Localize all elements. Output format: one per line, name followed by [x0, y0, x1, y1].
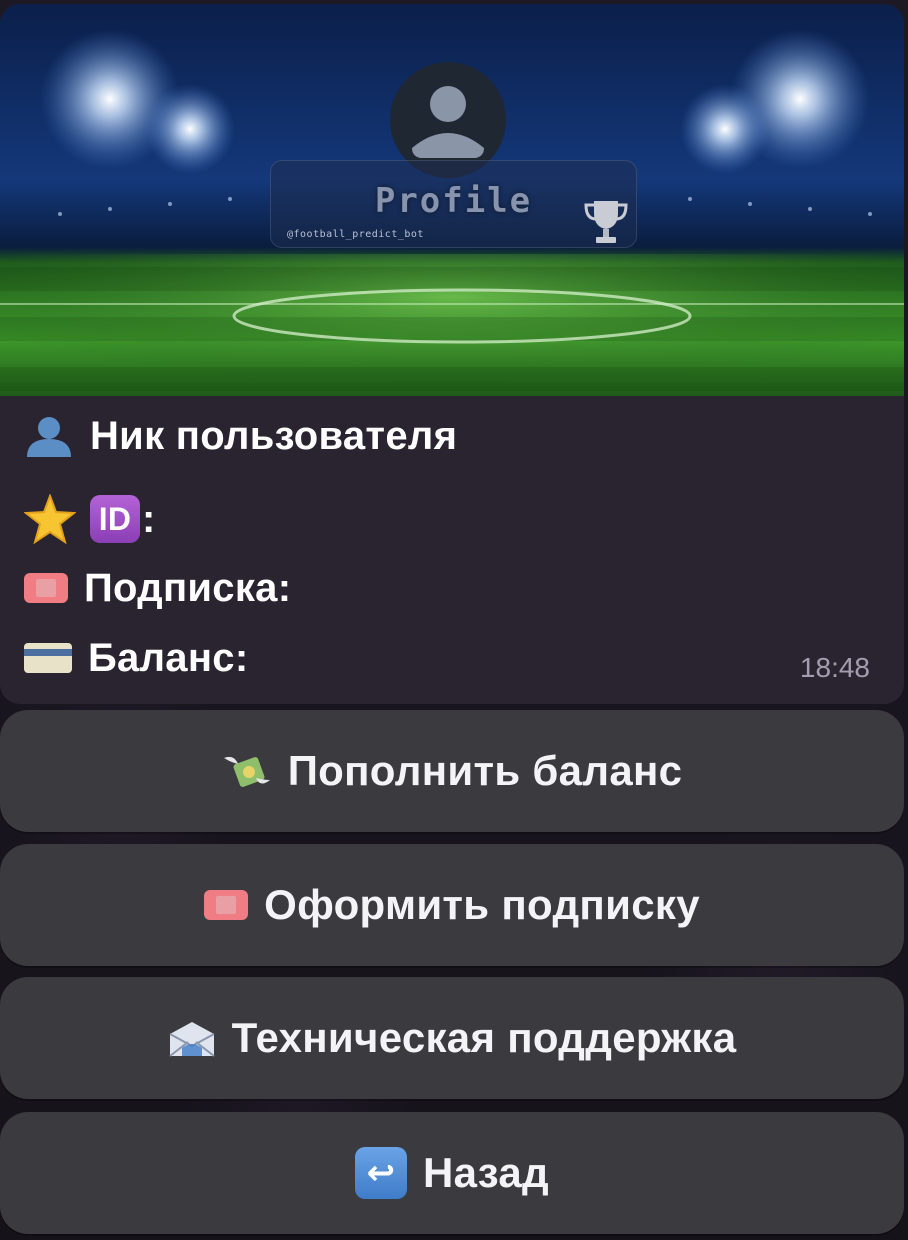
trophy-icon — [584, 201, 628, 243]
back-button[interactable]: ↩ Назад — [0, 1112, 904, 1234]
id-suffix: : — [142, 496, 156, 541]
profile-banner: Profile @football_predict_bot — [0, 4, 904, 396]
balance-row: Баланс: — [24, 630, 248, 686]
support-label: Техническая поддержка — [231, 1014, 737, 1061]
subscription-row: Подписка: — [24, 560, 291, 616]
banner-title: Profile — [374, 181, 533, 221]
credit-card-icon — [24, 643, 72, 673]
id-button-icon: ID — [90, 495, 140, 543]
back-label: Назад — [422, 1149, 550, 1196]
subscribe-label: Оформить подписку — [264, 881, 700, 928]
admission-ticket-icon — [24, 573, 68, 603]
profile-plate: Profile @football_predict_bot — [270, 160, 637, 248]
id-row: ID : — [24, 491, 156, 547]
support-button[interactable]: Техническая поддержка — [0, 977, 904, 1099]
star-icon — [24, 494, 76, 544]
message-time: 18:48 — [799, 652, 870, 683]
top-up-balance-label: Пополнить баланс — [287, 747, 683, 794]
return-arrow-icon: ↩ — [354, 1147, 407, 1199]
banner-handle: @football_predict_bot — [287, 229, 424, 240]
admission-ticket-icon — [204, 890, 249, 920]
subscribe-button[interactable]: Оформить подписку — [0, 844, 904, 966]
nickname-row: Ник пользователя — [24, 408, 457, 464]
money-with-wings-icon — [223, 756, 270, 787]
incoming-envelope-icon — [169, 1022, 215, 1057]
subscription-label: Подписка: — [84, 565, 292, 610]
top-up-balance-button[interactable]: Пополнить баланс — [0, 710, 904, 832]
bust-in-silhouette-icon — [27, 417, 71, 457]
nickname-label: Ник пользователя — [90, 413, 458, 458]
bot-message: Profile @football_predict_bot Ник пользо… — [0, 4, 904, 704]
balance-label: Баланс: — [88, 635, 249, 680]
